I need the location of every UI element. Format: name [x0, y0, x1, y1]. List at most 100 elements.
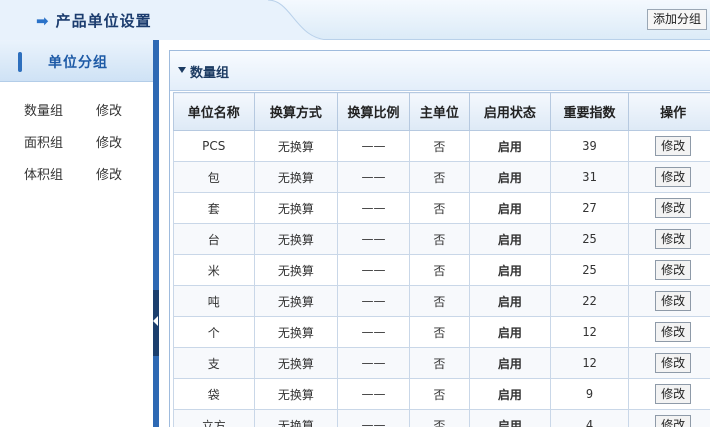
triangle-down-icon[interactable] [178, 67, 186, 73]
edit-unit-button[interactable]: 修改 [655, 229, 692, 249]
primary-unit-cell: 否 [408, 285, 471, 317]
add-group-button[interactable]: 添加分组 [647, 9, 707, 30]
unit-name-cell: 米 [173, 254, 255, 286]
edit-unit-button[interactable]: 修改 [655, 322, 692, 342]
status-cell: 启用 [469, 378, 551, 410]
primary-unit-cell: 否 [408, 316, 471, 348]
unit-name-cell: PCS [173, 130, 255, 162]
conversion-ratio-cell: —— [337, 347, 410, 379]
column-header-primary-unit: 主单位 [408, 92, 471, 131]
action-cell: 修改 [628, 378, 710, 410]
table-row: 支无换算 —— 否启用 12 修改 [173, 347, 710, 379]
action-cell: 修改 [628, 347, 710, 379]
conversion-method-cell: 无换算 [253, 254, 339, 286]
primary-unit-cell: 否 [408, 409, 471, 427]
unit-name-cell: 立方 [173, 409, 255, 427]
conversion-method-cell: 无换算 [253, 409, 339, 427]
status-cell: 启用 [469, 409, 551, 427]
status-cell: 启用 [469, 316, 551, 348]
unit-name-cell: 个 [173, 316, 255, 348]
unit-name-cell: 支 [173, 347, 255, 379]
panel-header[interactable]: 数量组 [170, 51, 710, 91]
group-name[interactable]: 数量组 [24, 100, 63, 119]
group-name[interactable]: 面积组 [24, 132, 63, 151]
importance-cell: 4 [549, 409, 630, 427]
column-header-conversion-method: 换算方式 [253, 92, 339, 131]
conversion-ratio-cell: —— [337, 409, 410, 427]
conversion-method-cell: 无换算 [253, 161, 339, 193]
edit-unit-button[interactable]: 修改 [655, 384, 692, 404]
unit-group-panel: 数量组 单位名称 换算方式 换算比例 主单位 启用状态 重要指数 操作 PCS 无… [169, 50, 710, 427]
group-item-area[interactable]: 面积组 修改 [0, 128, 153, 160]
primary-unit-cell: 否 [408, 223, 471, 255]
importance-cell: 9 [549, 378, 630, 410]
edit-unit-button[interactable]: 修改 [655, 136, 692, 156]
status-cell: 启用 [469, 192, 551, 224]
primary-unit-cell: 否 [408, 161, 471, 193]
edit-unit-button[interactable]: 修改 [655, 291, 692, 311]
conversion-ratio-cell: —— [337, 285, 410, 317]
conversion-method-cell: 无换算 [253, 130, 339, 162]
table-header-row: 单位名称 换算方式 换算比例 主单位 启用状态 重要指数 操作 [173, 92, 710, 131]
importance-cell: 39 [549, 130, 630, 162]
primary-unit-cell: 否 [408, 378, 471, 410]
conversion-ratio-cell: —— [337, 254, 410, 286]
column-header-conversion-ratio: 换算比例 [337, 92, 410, 131]
status-cell: 启用 [469, 347, 551, 379]
action-cell: 修改 [628, 316, 710, 348]
action-cell: 修改 [628, 130, 710, 162]
edit-unit-button[interactable]: 修改 [655, 167, 692, 187]
units-table: 单位名称 换算方式 换算比例 主单位 启用状态 重要指数 操作 PCS 无换算 ——… [173, 92, 710, 427]
edit-unit-button[interactable]: 修改 [655, 198, 692, 218]
table-row: 米无换算 —— 否启用 25 修改 [173, 254, 710, 286]
action-cell: 修改 [628, 254, 710, 286]
unit-name-cell: 台 [173, 223, 255, 255]
conversion-ratio-cell: —— [337, 378, 410, 410]
group-edit-link[interactable]: 修改 [96, 164, 122, 183]
edit-unit-button[interactable]: 修改 [655, 415, 692, 427]
conversion-method-cell: 无换算 [253, 347, 339, 379]
table-row: 立方 无换算 —— 否启用 4 修改 [173, 409, 710, 427]
edit-unit-button[interactable]: 修改 [655, 260, 692, 280]
primary-unit-cell: 否 [408, 254, 471, 286]
table-row: 袋无换算 —— 否启用 9 修改 [173, 378, 710, 410]
primary-unit-cell: 否 [408, 347, 471, 379]
group-name[interactable]: 体积组 [24, 164, 63, 183]
status-cell: 启用 [469, 130, 551, 162]
conversion-method-cell: 无换算 [253, 223, 339, 255]
edit-unit-button[interactable]: 修改 [655, 353, 692, 373]
primary-unit-cell: 否 [408, 192, 471, 224]
importance-cell: 22 [549, 285, 630, 317]
conversion-ratio-cell: —— [337, 192, 410, 224]
conversion-ratio-cell: —— [337, 130, 410, 162]
status-cell: 启用 [469, 254, 551, 286]
column-header-status: 启用状态 [469, 92, 551, 131]
group-edit-link[interactable]: 修改 [96, 100, 122, 119]
status-cell: 启用 [469, 161, 551, 193]
table-row: 吨无换算 —— 否启用 22 修改 [173, 285, 710, 317]
primary-unit-cell: 否 [408, 130, 471, 162]
group-item-quantity[interactable]: 数量组 修改 [0, 96, 153, 128]
group-list: 数量组 修改 面积组 修改 体积组 修改 [0, 82, 153, 192]
action-cell: 修改 [628, 223, 710, 255]
page-title-text: 产品单位设置 [55, 12, 152, 30]
sidebar-splitter[interactable] [153, 40, 159, 427]
sidebar: 单位分组 数量组 修改 面积组 修改 体积组 修改 [0, 40, 153, 427]
table-row: 套无换算 —— 否启用 27 修改 [173, 192, 710, 224]
conversion-ratio-cell: —— [337, 223, 410, 255]
column-header-unit-name: 单位名称 [173, 92, 255, 131]
group-edit-link[interactable]: 修改 [96, 132, 122, 151]
unit-name-cell: 包 [173, 161, 255, 193]
table-row: 个无换算 —— 否启用 12 修改 [173, 316, 710, 348]
column-header-importance: 重要指数 [549, 92, 630, 131]
collapse-sidebar-handle[interactable] [153, 290, 159, 356]
conversion-method-cell: 无换算 [253, 378, 339, 410]
panel-title: 数量组 [190, 66, 230, 81]
sidebar-title: 单位分组 [48, 55, 108, 71]
importance-cell: 12 [549, 316, 630, 348]
sidebar-header-bar [18, 52, 22, 72]
group-item-volume[interactable]: 体积组 修改 [0, 160, 153, 192]
action-cell: 修改 [628, 161, 710, 193]
table-body: PCS 无换算 —— 否启用 39 修改包无换算 —— 否启用 31 修改套无换算 —— 否启用 27 修… [173, 130, 710, 427]
action-cell: 修改 [628, 285, 710, 317]
